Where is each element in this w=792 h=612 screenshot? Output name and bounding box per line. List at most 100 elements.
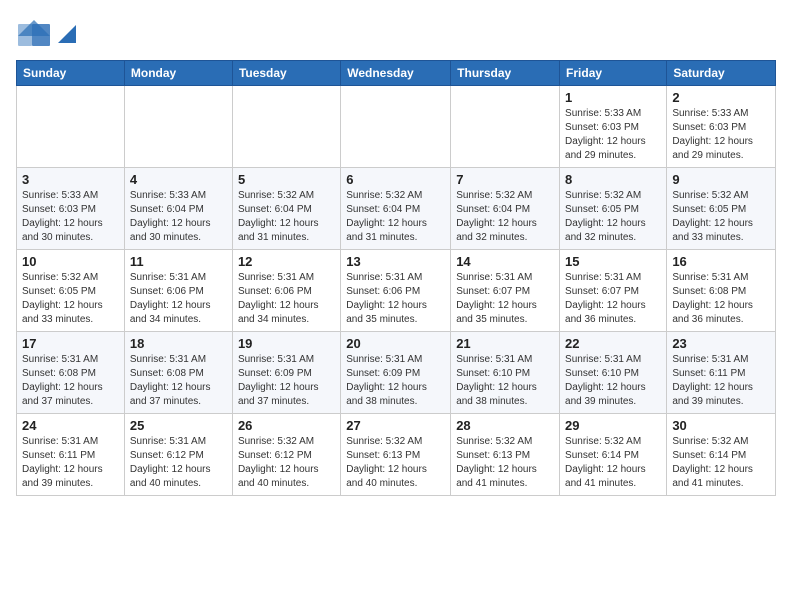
calendar-cell: 26 Sunrise: 5:32 AM Sunset: 6:12 PM Dayli… [232,414,340,496]
calendar: SundayMondayTuesdayWednesdayThursdayFrid… [16,60,776,496]
calendar-cell: 14Sunrise: 5:31 AM Sunset: 6:07 PM Dayli… [451,250,560,332]
calendar-cell [451,86,560,168]
calendar-cell: 4 Sunrise: 5:33 AM Sunset: 6:04 PM Daylig… [124,168,232,250]
day-info: Sunrise: 5:31 AM Sunset: 6:08 PM Dayligh… [22,353,119,409]
day-number: 8 [565,172,661,187]
day-number: 7 [456,172,554,187]
logo [16,16,76,52]
weekday-header-thursday: Thursday [451,61,560,86]
day-info: Sunrise: 5:31 AM Sunset: 6:06 PM Dayligh… [238,271,335,327]
calendar-cell: 9 Sunrise: 5:32 AM Sunset: 6:05 PM Daylig… [667,168,776,250]
calendar-cell: 2 Sunrise: 5:33 AM Sunset: 6:03 PM Daylig… [667,86,776,168]
page-header [16,16,776,52]
weekday-header-sunday: Sunday [17,61,125,86]
calendar-cell: 7 Sunrise: 5:32 AM Sunset: 6:04 PM Daylig… [451,168,560,250]
day-info: Sunrise: 5:33 AM Sunset: 6:03 PM Dayligh… [22,189,119,245]
day-number: 25 [130,418,227,433]
day-number: 1 [565,90,661,105]
day-number: 29 [565,418,661,433]
logo-triangle-icon [58,25,76,43]
calendar-cell: 23 Sunrise: 5:31 AM Sunset: 6:11 PM Dayli… [667,332,776,414]
weekday-header-tuesday: Tuesday [232,61,340,86]
day-number: 9 [672,172,770,187]
calendar-cell: 28Sunrise: 5:32 AM Sunset: 6:13 PM Dayli… [451,414,560,496]
calendar-cell: 12 Sunrise: 5:31 AM Sunset: 6:06 PM Dayli… [232,250,340,332]
calendar-cell: 10 Sunrise: 5:32 AM Sunset: 6:05 PM Dayli… [17,250,125,332]
weekday-header-friday: Friday [560,61,667,86]
day-info: Sunrise: 5:33 AM Sunset: 6:03 PM Dayligh… [565,107,661,163]
calendar-cell: 6 Sunrise: 5:32 AM Sunset: 6:04 PM Daylig… [341,168,451,250]
day-info: Sunrise: 5:31 AM Sunset: 6:08 PM Dayligh… [130,353,227,409]
day-number: 10 [22,254,119,269]
day-info: Sunrise: 5:32 AM Sunset: 6:14 PM Dayligh… [672,435,770,491]
day-number: 18 [130,336,227,351]
calendar-cell: 30 Sunrise: 5:32 AM Sunset: 6:14 PM Dayli… [667,414,776,496]
calendar-cell: 1 Sunrise: 5:33 AM Sunset: 6:03 PM Daylig… [560,86,667,168]
day-info: Sunrise: 5:32 AM Sunset: 6:05 PM Dayligh… [672,189,770,245]
day-number: 22 [565,336,661,351]
calendar-cell: 19 Sunrise: 5:31 AM Sunset: 6:09 PM Dayli… [232,332,340,414]
day-info: Sunrise: 5:32 AM Sunset: 6:04 PM Dayligh… [346,189,445,245]
day-number: 27 [346,418,445,433]
day-info: Sunrise: 5:32 AM Sunset: 6:05 PM Dayligh… [22,271,119,327]
day-number: 23 [672,336,770,351]
calendar-cell: 29Sunrise: 5:32 AM Sunset: 6:14 PM Dayli… [560,414,667,496]
day-info: Sunrise: 5:31 AM Sunset: 6:09 PM Dayligh… [238,353,335,409]
day-number: 24 [22,418,119,433]
day-number: 30 [672,418,770,433]
day-number: 19 [238,336,335,351]
calendar-week-5: 24 Sunrise: 5:31 AM Sunset: 6:11 PM Dayli… [17,414,776,496]
logo-icon [16,16,52,52]
day-number: 11 [130,254,227,269]
calendar-cell: 20Sunrise: 5:31 AM Sunset: 6:09 PM Dayli… [341,332,451,414]
calendar-cell: 16 Sunrise: 5:31 AM Sunset: 6:08 PM Dayli… [667,250,776,332]
calendar-cell: 22 Sunrise: 5:31 AM Sunset: 6:10 PM Dayli… [560,332,667,414]
day-number: 14 [456,254,554,269]
day-info: Sunrise: 5:33 AM Sunset: 6:04 PM Dayligh… [130,189,227,245]
calendar-week-1: 1 Sunrise: 5:33 AM Sunset: 6:03 PM Daylig… [17,86,776,168]
day-number: 6 [346,172,445,187]
day-number: 17 [22,336,119,351]
day-number: 15 [565,254,661,269]
calendar-cell [17,86,125,168]
day-info: Sunrise: 5:31 AM Sunset: 6:11 PM Dayligh… [672,353,770,409]
calendar-cell: 24 Sunrise: 5:31 AM Sunset: 6:11 PM Dayli… [17,414,125,496]
day-info: Sunrise: 5:32 AM Sunset: 6:12 PM Dayligh… [238,435,335,491]
day-info: Sunrise: 5:32 AM Sunset: 6:13 PM Dayligh… [346,435,445,491]
day-info: Sunrise: 5:32 AM Sunset: 6:04 PM Dayligh… [456,189,554,245]
calendar-week-2: 3Sunrise: 5:33 AM Sunset: 6:03 PM Daylig… [17,168,776,250]
calendar-cell [341,86,451,168]
calendar-cell [232,86,340,168]
calendar-cell: 11Sunrise: 5:31 AM Sunset: 6:06 PM Dayli… [124,250,232,332]
calendar-cell: 17 Sunrise: 5:31 AM Sunset: 6:08 PM Dayli… [17,332,125,414]
weekday-header-row: SundayMondayTuesdayWednesdayThursdayFrid… [17,61,776,86]
day-info: Sunrise: 5:32 AM Sunset: 6:13 PM Dayligh… [456,435,554,491]
day-info: Sunrise: 5:31 AM Sunset: 6:10 PM Dayligh… [456,353,554,409]
weekday-header-monday: Monday [124,61,232,86]
calendar-week-3: 10 Sunrise: 5:32 AM Sunset: 6:05 PM Dayli… [17,250,776,332]
day-info: Sunrise: 5:32 AM Sunset: 6:04 PM Dayligh… [238,189,335,245]
day-info: Sunrise: 5:33 AM Sunset: 6:03 PM Dayligh… [672,107,770,163]
weekday-header-saturday: Saturday [667,61,776,86]
day-info: Sunrise: 5:31 AM Sunset: 6:10 PM Dayligh… [565,353,661,409]
day-number: 5 [238,172,335,187]
day-number: 12 [238,254,335,269]
calendar-cell: 8 Sunrise: 5:32 AM Sunset: 6:05 PM Daylig… [560,168,667,250]
day-info: Sunrise: 5:31 AM Sunset: 6:09 PM Dayligh… [346,353,445,409]
calendar-cell: 15Sunrise: 5:31 AM Sunset: 6:07 PM Dayli… [560,250,667,332]
calendar-cell: 3Sunrise: 5:33 AM Sunset: 6:03 PM Daylig… [17,168,125,250]
calendar-cell: 21 Sunrise: 5:31 AM Sunset: 6:10 PM Dayli… [451,332,560,414]
day-info: Sunrise: 5:31 AM Sunset: 6:11 PM Dayligh… [22,435,119,491]
calendar-week-4: 17 Sunrise: 5:31 AM Sunset: 6:08 PM Dayli… [17,332,776,414]
day-number: 4 [130,172,227,187]
day-number: 2 [672,90,770,105]
calendar-cell: 25 Sunrise: 5:31 AM Sunset: 6:12 PM Dayli… [124,414,232,496]
calendar-cell: 13Sunrise: 5:31 AM Sunset: 6:06 PM Dayli… [341,250,451,332]
day-info: Sunrise: 5:31 AM Sunset: 6:12 PM Dayligh… [130,435,227,491]
calendar-cell: 27 Sunrise: 5:32 AM Sunset: 6:13 PM Dayli… [341,414,451,496]
day-info: Sunrise: 5:31 AM Sunset: 6:08 PM Dayligh… [672,271,770,327]
day-number: 16 [672,254,770,269]
day-number: 26 [238,418,335,433]
day-info: Sunrise: 5:32 AM Sunset: 6:05 PM Dayligh… [565,189,661,245]
day-number: 21 [456,336,554,351]
